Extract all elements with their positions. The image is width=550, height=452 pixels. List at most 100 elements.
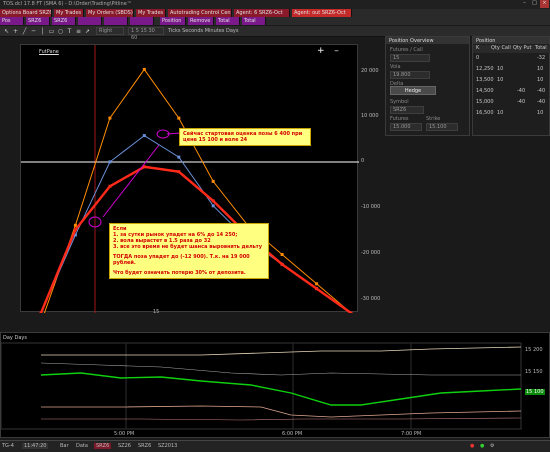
- annotation-arrow-2: [102, 144, 160, 218]
- tab-pos[interactable]: Pos: [0, 17, 24, 25]
- note-line: Что будет означать потерю 30% от депозит…: [113, 270, 246, 276]
- y-tick-0: 0: [361, 158, 365, 164]
- status-item[interactable]: Data: [76, 443, 88, 449]
- note-line: ТОГДА поза упадет до (-12 900). Т.к. на …: [113, 254, 250, 266]
- table-row[interactable]: 14,500 -40 -40: [473, 88, 550, 99]
- position-overview-title: Position Overview: [386, 37, 469, 44]
- status-item[interactable]: SRZ6: [138, 443, 151, 449]
- cell: -40: [517, 88, 526, 94]
- col-k: K: [476, 45, 480, 51]
- status-time: 11:47:20: [22, 443, 49, 449]
- col-qty-call: Qty Call: [491, 45, 511, 51]
- y-tick-minus-20000: -20 000: [361, 250, 381, 256]
- status-item[interactable]: SZ26: [118, 443, 131, 449]
- position-table-header: K Qty Call Qty Put Total: [473, 45, 550, 53]
- strike-label: Strike: [426, 116, 441, 122]
- futures-call-field[interactable]: 15: [390, 54, 430, 62]
- close-icon[interactable]: ×: [540, 0, 549, 8]
- series-2-point: [108, 184, 112, 188]
- settings-icon[interactable]: ⚙: [490, 443, 494, 449]
- tab-agent-out[interactable]: Agent: out SRZ6-Oct: [292, 9, 352, 17]
- ellipse-tool-icon[interactable]: ○: [57, 28, 64, 35]
- cell: -32: [537, 55, 546, 61]
- tab-position[interactable]: Position: [160, 17, 186, 25]
- series-1-point: [142, 134, 146, 138]
- vline-tool-icon[interactable]: │: [39, 28, 46, 35]
- window-title: TOS.dcl 17.8 FT (SMA 6) - D:\Order\Tradi…: [0, 0, 550, 9]
- ticks-label[interactable]: Ticks Seconds Minutes Days: [168, 28, 238, 34]
- hline-tool-icon[interactable]: ─: [30, 28, 37, 35]
- payoff-chart-panel: FutPane + – 15 Сейчас стартовая оценка п…: [20, 44, 359, 313]
- x-tick-label: 15: [153, 309, 159, 313]
- cursor-icon[interactable]: ↖: [3, 28, 10, 35]
- status-item: TG-4: [2, 443, 14, 449]
- vola-field[interactable]: 19.800: [390, 71, 430, 79]
- arrow-tool-icon[interactable]: ➚: [84, 28, 91, 35]
- status-item[interactable]: Bar: [60, 443, 69, 449]
- tab-srz6[interactable]: SRZ6: [26, 17, 50, 25]
- tab-total-2[interactable]: Total: [242, 17, 266, 25]
- tab-my-trades-2[interactable]: My Trades: [136, 9, 166, 17]
- table-row[interactable]: 15,000 -40 -40: [473, 99, 550, 110]
- position-overview-panel: Position Overview Futures / Call 15 Vola…: [385, 36, 470, 136]
- tab-autotrading[interactable]: Autotrading Control Center: [168, 9, 232, 17]
- intraday-plot-frame: [1, 342, 522, 430]
- series-0-point: [142, 67, 146, 71]
- series-2-point: [349, 311, 353, 313]
- cell: 10: [497, 77, 504, 83]
- fib-tool-icon[interactable]: ≡: [75, 28, 82, 35]
- cell: 0: [476, 55, 480, 61]
- minimize-icon[interactable]: –: [520, 0, 529, 8]
- status-item[interactable]: SZ2013: [158, 443, 177, 449]
- symbol-field[interactable]: SRZ6: [390, 106, 424, 114]
- line-tool-icon[interactable]: ╱: [21, 28, 28, 35]
- tab-srz6-2[interactable]: SRZ6: [52, 17, 76, 25]
- cell: -40: [537, 99, 546, 105]
- tab-blank-3[interactable]: [130, 17, 154, 25]
- position-table-title: Position: [473, 37, 549, 44]
- y-tick-10000: 10 000: [361, 113, 379, 119]
- tab-agent-6[interactable]: Agent: 6 SRZ6-Oct: [234, 9, 290, 17]
- series-1-point: [108, 160, 112, 164]
- mode-select[interactable]: Right: [96, 27, 124, 35]
- intraday-chart-panel: Day Days 5:00 PM 6:00 PM 7:00 PM 15 200 …: [0, 332, 550, 438]
- col-qty-put: Qty Put: [513, 45, 532, 51]
- table-row[interactable]: 16,500 10 10: [473, 110, 550, 121]
- tab-remove[interactable]: Remove: [188, 17, 214, 25]
- futures-field[interactable]: 15.000: [390, 123, 422, 131]
- price-line: [40, 372, 522, 406]
- tab-blank-1[interactable]: [78, 17, 102, 25]
- rect-tool-icon[interactable]: ▭: [48, 28, 55, 35]
- tab-blank-2[interactable]: [104, 17, 128, 25]
- strike-field[interactable]: 15.100: [426, 123, 458, 131]
- cell: -40: [517, 99, 526, 105]
- status-symbol[interactable]: SRZ6: [94, 443, 112, 449]
- series-2-point: [211, 199, 215, 203]
- table-row[interactable]: 0 -32: [473, 55, 550, 66]
- y-tick-minus-30000: -30 000: [361, 296, 381, 302]
- series-2-point: [280, 262, 284, 266]
- tab-options-board[interactable]: Options Board SRZ6: [0, 9, 52, 17]
- tab-total[interactable]: Total: [216, 17, 240, 25]
- col-total: Total: [535, 45, 547, 51]
- lower-band-line: [41, 405, 522, 418]
- cell: 10: [497, 66, 504, 72]
- tab-my-trades[interactable]: My Trades: [54, 9, 84, 17]
- cell: -40: [537, 88, 546, 94]
- time-label-7pm: 7:00 PM: [401, 431, 422, 437]
- vola-label: Vola: [390, 64, 401, 70]
- text-tool-icon[interactable]: T: [66, 28, 73, 35]
- series-2-point: [315, 287, 319, 291]
- alert-icon[interactable]: ●: [470, 443, 474, 449]
- tab-my-orders[interactable]: My Orders (SBDS): [86, 9, 134, 17]
- table-row[interactable]: 13,500 10 10: [473, 77, 550, 88]
- upper-band-line: [41, 346, 522, 356]
- maximize-icon[interactable]: □: [530, 0, 539, 8]
- cell: 12,250: [476, 66, 494, 72]
- periods-select[interactable]: 1 5 15 30 60: [128, 27, 164, 41]
- series-0-point: [280, 253, 284, 256]
- hedge-button[interactable]: Hedge: [390, 86, 436, 95]
- table-row[interactable]: 12,250 10 10: [473, 66, 550, 77]
- crosshair-icon[interactable]: +: [12, 28, 19, 35]
- connection-icon: ●: [480, 443, 485, 449]
